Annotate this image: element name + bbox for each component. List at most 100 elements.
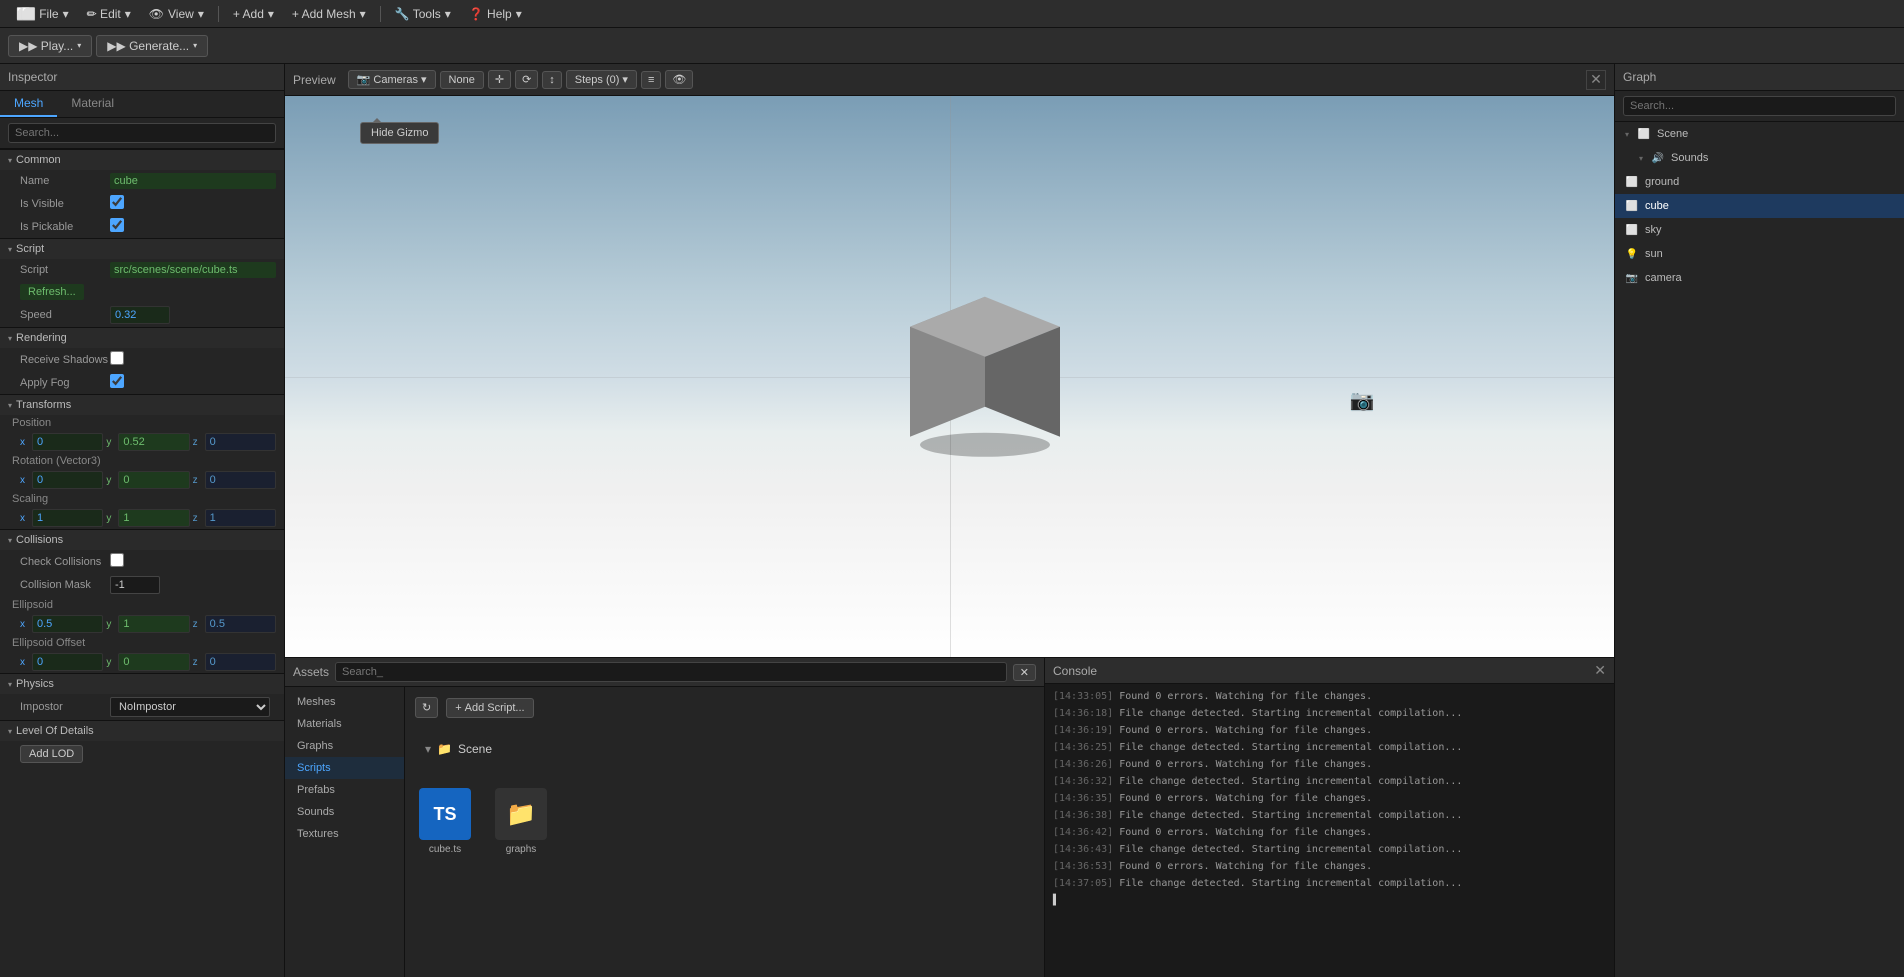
sidebar-item-textures[interactable]: Textures [285, 823, 404, 845]
viewport-camera-icon[interactable]: 📷 [1350, 388, 1375, 413]
section-transforms[interactable]: ▾ Transforms [0, 394, 284, 415]
ell-y-field: y [106, 615, 189, 633]
cube-label: cube [1645, 200, 1669, 212]
graph-item-ground[interactable]: ⬜ground [1615, 170, 1904, 194]
sidebar-item-meshes[interactable]: Meshes [285, 691, 404, 713]
menu-add-mesh[interactable]: + Add Mesh ▾ [284, 5, 374, 23]
impostor-select[interactable]: NoImpostor [110, 697, 270, 717]
console-line: [14:36:35] Found 0 errors. Watching for … [1049, 790, 1610, 807]
scale-y-input[interactable] [118, 509, 189, 527]
console-close-button[interactable]: ✕ [1594, 662, 1606, 679]
scale-z-input[interactable] [205, 509, 276, 527]
ell-off-x-input[interactable] [32, 653, 103, 671]
graph-item-scene[interactable]: ▾⬜Scene [1615, 122, 1904, 146]
asset-graphs-folder[interactable]: 📁 graphs [491, 784, 551, 859]
tab-material[interactable]: Material [57, 91, 128, 117]
sidebar-item-prefabs[interactable]: Prefabs [285, 779, 404, 801]
section-lod[interactable]: ▾ Level Of Details [0, 720, 284, 741]
is-visible-checkbox[interactable] [110, 195, 124, 209]
steps-button[interactable]: Steps (0) ▾ [566, 70, 637, 89]
prop-script: Script [0, 259, 284, 281]
prop-is-visible: Is Visible [0, 192, 284, 215]
is-pickable-checkbox[interactable] [110, 218, 124, 232]
graph-item-sky[interactable]: ⬜sky [1615, 218, 1904, 242]
speed-input[interactable] [110, 306, 170, 324]
section-script[interactable]: ▾ Script [0, 238, 284, 259]
cameras-button[interactable]: 📷 Cameras ▾ [348, 70, 436, 89]
sky-label: sky [1645, 224, 1662, 236]
sidebar-item-graphs[interactable]: Graphs [285, 735, 404, 757]
ts-file-icon: TS [419, 788, 471, 840]
folder-expand-icon: ▾ [425, 742, 431, 756]
graph-panel: Graph ▾⬜Scene▾🔊Sounds⬜ground⬜cube⬜sky💡su… [1614, 64, 1904, 977]
scale-icon-button[interactable]: ↕ [542, 71, 562, 89]
collision-mask-input[interactable] [110, 576, 160, 594]
ellipsoid-label: Ellipsoid [0, 597, 284, 613]
ell-z-input[interactable] [205, 615, 276, 633]
menu-file[interactable]: ⬜ ⬜ File ▾ [8, 5, 77, 23]
none-button[interactable]: None [440, 71, 484, 89]
scene-folder[interactable]: ▾ 📁 Scene [415, 738, 1034, 760]
menu-edit[interactable]: ✏ ✏ Edit ▾ [79, 5, 139, 23]
cube-svg [890, 267, 1090, 467]
preview-viewport[interactable]: 📷 [285, 96, 1614, 657]
prop-check-collisions: Check Collisions [0, 550, 284, 573]
generate-button[interactable]: ▶ ▶ Generate... ▾ [96, 35, 208, 57]
console-line: [14:36:53] Found 0 errors. Watching for … [1049, 858, 1610, 875]
menu-tools[interactable]: 🔧 Tools ▾ [387, 5, 459, 23]
apply-fog-checkbox[interactable] [110, 374, 124, 388]
asset-cube-ts[interactable]: TS cube.ts [415, 784, 475, 859]
section-collisions[interactable]: ▾ Collisions [0, 529, 284, 550]
add-lod-button[interactable]: Add LOD [20, 745, 83, 763]
grid-button[interactable]: ≡ [641, 71, 661, 89]
play-button[interactable]: ▶ ▶ Play... ▾ [8, 35, 92, 57]
graph-item-sun[interactable]: 💡sun [1615, 242, 1904, 266]
script-input[interactable] [110, 262, 276, 278]
menu-help[interactable]: ❓ Help ▾ [461, 5, 530, 23]
ell-off-y-input[interactable] [118, 653, 189, 671]
receive-shadows-checkbox[interactable] [110, 351, 124, 365]
inspector-tabs: Mesh Material [0, 91, 284, 118]
graph-item-sounds[interactable]: ▾🔊Sounds [1615, 146, 1904, 170]
section-physics[interactable]: ▾ Physics [0, 673, 284, 694]
refresh-scripts-button[interactable]: ↻ [415, 697, 438, 718]
sidebar-item-sounds[interactable]: Sounds [285, 801, 404, 823]
bottom-panels: Assets ✕ Meshes Materials Graphs Scripts… [285, 657, 1614, 977]
rot-z-input[interactable] [205, 471, 276, 489]
pos-y-input[interactable] [118, 433, 189, 451]
pos-x-input[interactable] [32, 433, 103, 451]
menu-view[interactable]: 👁 View ▾ [141, 5, 212, 23]
refresh-button[interactable]: Refresh... [20, 284, 84, 300]
sidebar-item-materials[interactable]: Materials [285, 713, 404, 735]
assets-search-input[interactable] [335, 662, 1007, 682]
tab-mesh[interactable]: Mesh [0, 91, 57, 117]
graph-item-camera[interactable]: 📷camera [1615, 266, 1904, 290]
ell-x-input[interactable] [32, 615, 103, 633]
graph-search-input[interactable] [1623, 96, 1896, 116]
console-line: [14:36:38] File change detected. Startin… [1049, 807, 1610, 824]
console-body[interactable]: [14:33:05] Found 0 errors. Watching for … [1045, 684, 1614, 977]
console-line: [14:36:25] File change detected. Startin… [1049, 739, 1610, 756]
name-input[interactable] [110, 173, 276, 189]
ell-off-z-input[interactable] [205, 653, 276, 671]
graph-item-cube[interactable]: ⬜cube [1615, 194, 1904, 218]
ell-y-input[interactable] [118, 615, 189, 633]
rot-y-input[interactable] [118, 471, 189, 489]
section-common[interactable]: ▾ Common [0, 149, 284, 170]
preview-close-button[interactable]: ✕ [1586, 70, 1606, 90]
assets-close-button[interactable]: ✕ [1013, 664, 1036, 681]
ellipsoid-offset-xyz: x y z [0, 651, 284, 673]
pos-z-input[interactable] [205, 433, 276, 451]
menu-add[interactable]: + Add ▾ [225, 5, 282, 23]
inspector-search-input[interactable] [8, 123, 276, 143]
sidebar-item-scripts[interactable]: Scripts [285, 757, 404, 779]
check-collisions-checkbox[interactable] [110, 553, 124, 567]
move-icon-button[interactable]: ✛ [488, 70, 511, 89]
rotate-icon-button[interactable]: ⟳ [515, 70, 538, 89]
section-rendering[interactable]: ▾ Rendering [0, 327, 284, 348]
eye-button[interactable]: 👁 [665, 70, 693, 89]
add-script-button[interactable]: + Add Script... [446, 698, 533, 718]
rot-x-input[interactable] [32, 471, 103, 489]
scale-x-input[interactable] [32, 509, 103, 527]
menu-separator-1 [218, 6, 219, 22]
